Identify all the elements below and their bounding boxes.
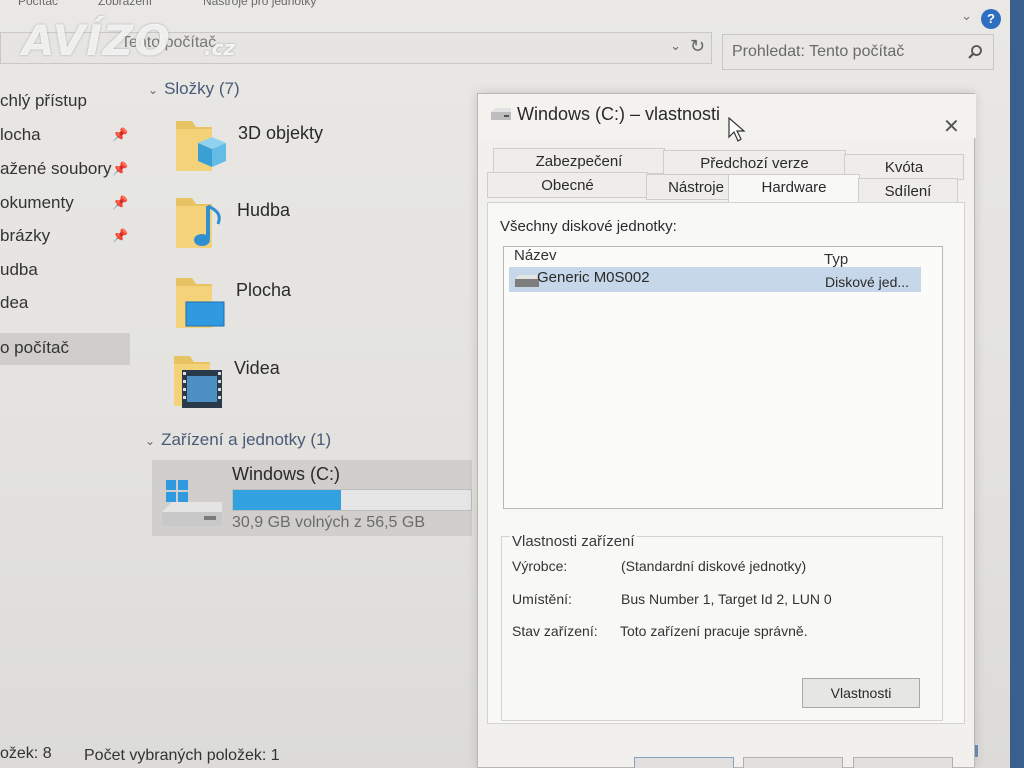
address-history-dropdown-icon[interactable]: ⌄ <box>670 38 681 54</box>
nav-item-pictures[interactable]: brázky 📌 <box>0 223 130 253</box>
tab-quota[interactable]: Kvóta <box>844 154 964 180</box>
nav-item-label: brázky <box>0 226 51 245</box>
dialog-titlebar[interactable]: Windows (C:) – vlastnosti ✕ <box>478 94 976 142</box>
folder-name: 3D objekty <box>238 123 324 143</box>
folders-group-title: Složky (7) <box>164 79 240 98</box>
nav-item-label: dea <box>0 293 29 312</box>
mouse-cursor-icon <box>728 117 746 142</box>
watermark-text: AVÍZO <box>22 16 171 65</box>
close-icon[interactable]: ✕ <box>943 114 960 139</box>
column-header-name[interactable]: Název <box>514 247 557 264</box>
column-header-type[interactable]: Typ <box>824 251 848 268</box>
status-item-count: ožek: 8 <box>0 745 52 762</box>
location-value: Bus Number 1, Target Id 2, LUN 0 <box>621 591 832 607</box>
manufacturer-label: Výrobce: <box>512 558 568 574</box>
device-status-value: Toto zařízení pracuje správně. <box>620 623 808 639</box>
tab-security[interactable]: Zabezpečení <box>493 148 665 174</box>
folder-desktop[interactable]: Plocha <box>172 272 432 342</box>
collapse-chevron-icon: ⌄ <box>145 434 156 448</box>
properties-button[interactable]: Vlastnosti <box>802 678 920 708</box>
disk-type: Diskové jed... <box>825 274 910 290</box>
folders-group-header[interactable]: ⌄ Složky (7) <box>148 79 240 99</box>
location-label: Umístění: <box>512 591 572 607</box>
nav-item-videos[interactable]: dea <box>0 290 130 320</box>
collapse-chevron-icon: ⌄ <box>148 83 159 97</box>
status-selected-count: Počet vybraných položek: 1 <box>84 747 280 764</box>
disk-list-label: Všechny diskové jednotky: <box>500 218 677 235</box>
folder-videos[interactable]: Videa <box>170 350 430 420</box>
drive-properties-dialog: Windows (C:) – vlastnosti ✕ Zabezpečení … <box>477 93 976 768</box>
hard-drive-icon <box>162 480 222 526</box>
pin-icon: 📌 <box>112 228 129 243</box>
ribbon-tab-drive-tools[interactable]: Nástroje pro jednotky <box>203 0 316 8</box>
nav-item-desktop[interactable]: locha 📌 <box>0 122 130 152</box>
nav-item-label: o počítač <box>0 338 69 357</box>
nav-item-documents[interactable]: okumenty 📌 <box>0 190 130 220</box>
disk-list[interactable]: Název Typ Generic M0S002 Diskové jed... <box>503 246 943 509</box>
tab-general[interactable]: Obecné <box>487 172 648 198</box>
folder-name: Plocha <box>236 280 292 300</box>
ribbon-tab-computer[interactable]: Počítač <box>18 0 58 8</box>
nav-item-quick-access[interactable]: chlý přístup <box>0 88 130 118</box>
ribbon-tab-view[interactable]: Zobrazení <box>98 0 152 8</box>
nav-item-label: okumenty <box>0 193 74 212</box>
avizo-watermark-logo: AVÍZO .cz <box>22 16 242 65</box>
drive-usage-fill <box>233 490 341 510</box>
disk-name: Generic M0S002 <box>537 269 650 286</box>
nav-item-label: udba <box>0 260 38 279</box>
tab-hardware[interactable]: Hardware <box>728 174 860 204</box>
disk-drive-icon <box>515 275 539 287</box>
device-properties-title: Vlastnosti zařízení <box>510 533 637 550</box>
status-bar: ožek: 8 Počet vybraných položek: 1 <box>0 745 480 767</box>
window-edge <box>1010 0 1024 768</box>
folder-music[interactable]: Hudba <box>172 192 432 262</box>
refresh-icon[interactable]: ↻ <box>690 36 705 57</box>
nav-item-label: chlý přístup <box>0 91 87 110</box>
drive-free-space: 30,9 GB volných z 56,5 GB <box>232 514 425 531</box>
ok-button[interactable] <box>634 757 734 768</box>
nav-item-downloads[interactable]: ažené soubory 📌 <box>0 156 130 186</box>
pin-icon: 📌 <box>112 161 129 176</box>
tab-previous-versions[interactable]: Předchozí verze <box>663 150 846 176</box>
pin-icon: 📌 <box>112 195 129 210</box>
folder-name: Videa <box>234 358 280 378</box>
ribbon-expand-chevron-icon[interactable]: ⌄ <box>961 8 972 24</box>
pin-icon: 📌 <box>112 127 129 142</box>
device-status-label: Stav zařízení: <box>512 623 598 639</box>
manufacturer-value: (Standardní diskové jednotky) <box>621 558 807 574</box>
tab-sharing[interactable]: Sdílení <box>858 178 958 204</box>
music-folder-icon <box>176 198 221 248</box>
dialog-title: Windows (C:) – vlastnosti <box>517 104 721 124</box>
search-box[interactable]: Prohledat: Tento počítač <box>722 34 994 70</box>
drive-name: Windows (C:) <box>232 464 341 484</box>
cancel-button[interactable] <box>743 757 843 768</box>
devices-group-title: Zařízení a jednotky (1) <box>161 430 332 449</box>
folder-name: Hudba <box>237 200 291 220</box>
videos-folder-icon <box>174 356 222 408</box>
ribbon-tabs: Počítač Zobrazení Nástroje pro jednotky <box>0 0 1010 14</box>
navigation-pane: chlý přístup locha 📌 ažené soubory 📌 oku… <box>0 84 135 384</box>
devices-group-header[interactable]: ⌄ Zařízení a jednotky (1) <box>145 430 331 450</box>
drive-usage-bar <box>232 489 472 511</box>
desktop-folder-icon <box>176 278 225 328</box>
3d-objects-folder-icon <box>176 121 226 171</box>
drive-tile-windows-c[interactable]: Windows (C:) 30,9 GB volných z 56,5 GB <box>152 460 472 536</box>
help-icon[interactable]: ? <box>981 9 1001 29</box>
watermark-suffix: .cz <box>204 36 236 60</box>
folder-3d-objects[interactable]: 3D objekty <box>172 115 432 185</box>
nav-item-this-pc[interactable]: o počítač <box>0 333 130 365</box>
search-placeholder: Prohledat: Tento počítač <box>732 43 905 60</box>
nav-item-label: ažené soubory <box>0 159 112 178</box>
nav-item-music[interactable]: udba <box>0 257 130 287</box>
search-icon[interactable] <box>967 44 983 60</box>
nav-item-label: locha <box>0 125 41 144</box>
drive-small-icon <box>491 108 511 120</box>
apply-button[interactable] <box>853 757 953 768</box>
disk-row[interactable]: Generic M0S002 Diskové jed... <box>509 267 921 292</box>
